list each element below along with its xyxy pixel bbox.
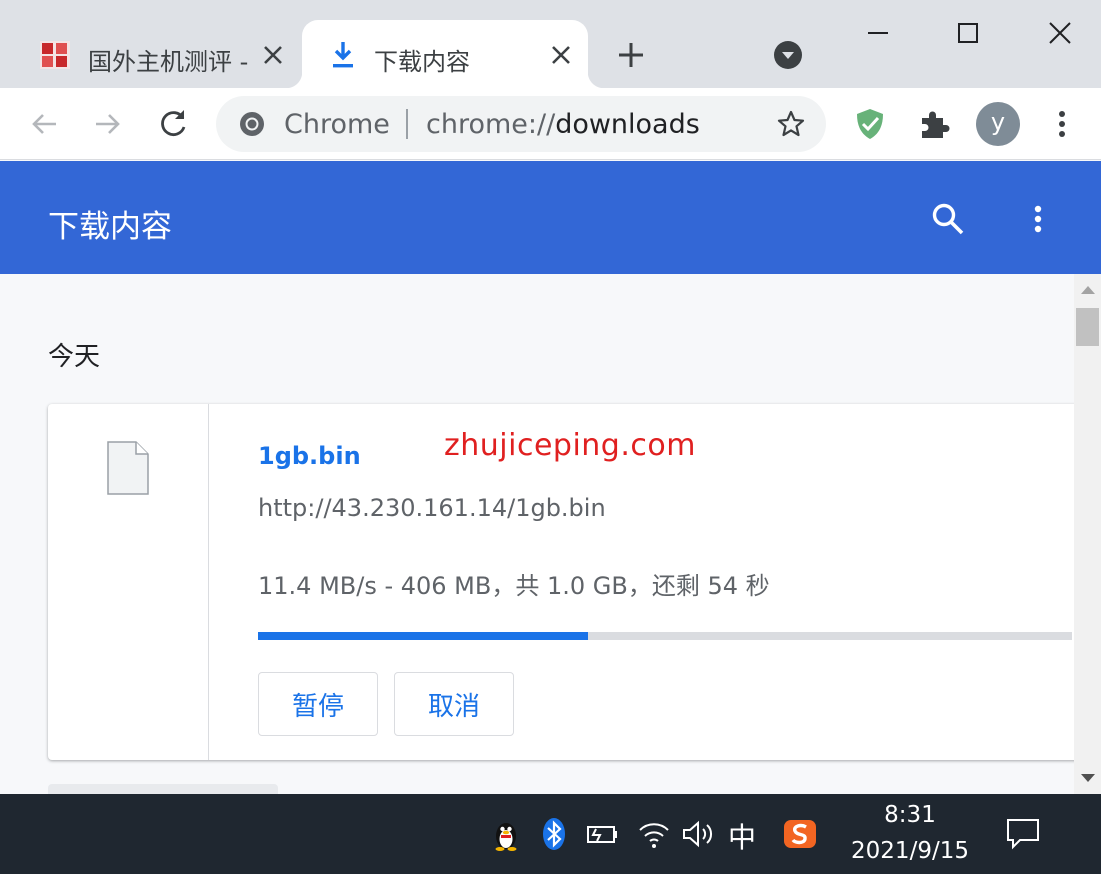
back-arrow-icon[interactable] [26,106,62,142]
battery-charging-icon[interactable] [584,816,620,852]
browser-menu-icon[interactable] [1046,106,1078,142]
cancel-button[interactable]: 取消 [394,672,514,736]
tab-title: 下载内容 [374,48,470,76]
new-tab-plus-icon[interactable] [614,38,648,72]
wifi-icon[interactable] [636,816,672,852]
volume-icon[interactable] [680,816,716,852]
download-status: 11.4 MB/s - 406 MB，共 1.0 GB，还剩 54 秒 [258,572,770,600]
profile-avatar[interactable]: y [976,102,1020,146]
tab-downloads[interactable]: 下载内容 [286,20,604,88]
downloads-header: 下载内容 [0,161,1101,274]
red-seal-favicon [40,41,70,69]
notification-center-icon[interactable] [1004,816,1042,852]
page-title: 下载内容 [48,209,172,245]
download-progress-fill [258,632,589,640]
clock-time[interactable]: 8:31 [850,802,970,828]
omnibox-separator [406,109,408,139]
close-icon[interactable] [548,42,574,68]
file-name-link[interactable]: 1gb.bin [258,442,361,470]
search-icon[interactable] [930,201,966,237]
tab-search-chevron-icon[interactable] [772,39,804,71]
adguard-shield-icon[interactable] [852,106,888,142]
date-heading: 今天 [48,342,101,372]
tab-strip: 国外主机测评 - 下载内容 [0,0,1101,88]
download-progress-bar [258,632,1072,640]
minimize-icon[interactable] [858,16,898,52]
close-icon[interactable] [260,42,286,68]
scroll-thumb[interactable] [1076,308,1099,346]
maximize-icon[interactable] [948,16,988,52]
watermark: zhujiceping.com [444,428,696,463]
bluetooth-icon[interactable] [536,816,572,852]
download-item: 1gb.bin zhujiceping.com http://43.230.16… [48,404,1074,760]
tab-title: 国外主机测评 - [88,48,248,76]
tab-zhujiceping[interactable]: 国外主机测评 - [22,20,296,88]
downloads-list: 今天 1gb.bin zhujiceping.com http://43.230… [0,274,1074,794]
window-close-icon[interactable] [1040,16,1080,52]
bookmark-star-icon[interactable] [776,109,806,139]
download-arrow-icon [333,42,353,68]
page-scrollbar[interactable] [1074,274,1101,794]
browser-toolbar: Chrome chrome://downloads y [0,88,1101,160]
sogou-input-icon[interactable] [782,816,818,852]
url-text: chrome://downloads [426,109,700,140]
windows-taskbar: 中 8:31 2021/9/15 [0,794,1101,874]
more-vert-icon[interactable] [1024,201,1052,237]
qq-penguin-icon[interactable] [488,816,524,852]
reload-icon[interactable] [155,106,191,142]
ime-indicator[interactable]: 中 [728,816,756,856]
scroll-up-arrow-icon[interactable] [1081,286,1095,294]
clock-date[interactable]: 2021/9/15 [850,838,970,864]
chrome-logo-icon [240,112,264,136]
site-chip-label: Chrome [284,109,390,140]
scroll-down-arrow-icon[interactable] [1081,774,1095,782]
file-icon [107,441,149,495]
next-download-item [48,784,278,794]
forward-arrow-icon[interactable] [90,106,126,142]
card-divider [208,404,209,760]
pause-button[interactable]: 暂停 [258,672,378,736]
file-url-link[interactable]: http://43.230.161.14/1gb.bin [258,494,606,522]
address-bar[interactable]: Chrome chrome://downloads [216,96,826,152]
extensions-puzzle-icon[interactable] [916,106,952,142]
